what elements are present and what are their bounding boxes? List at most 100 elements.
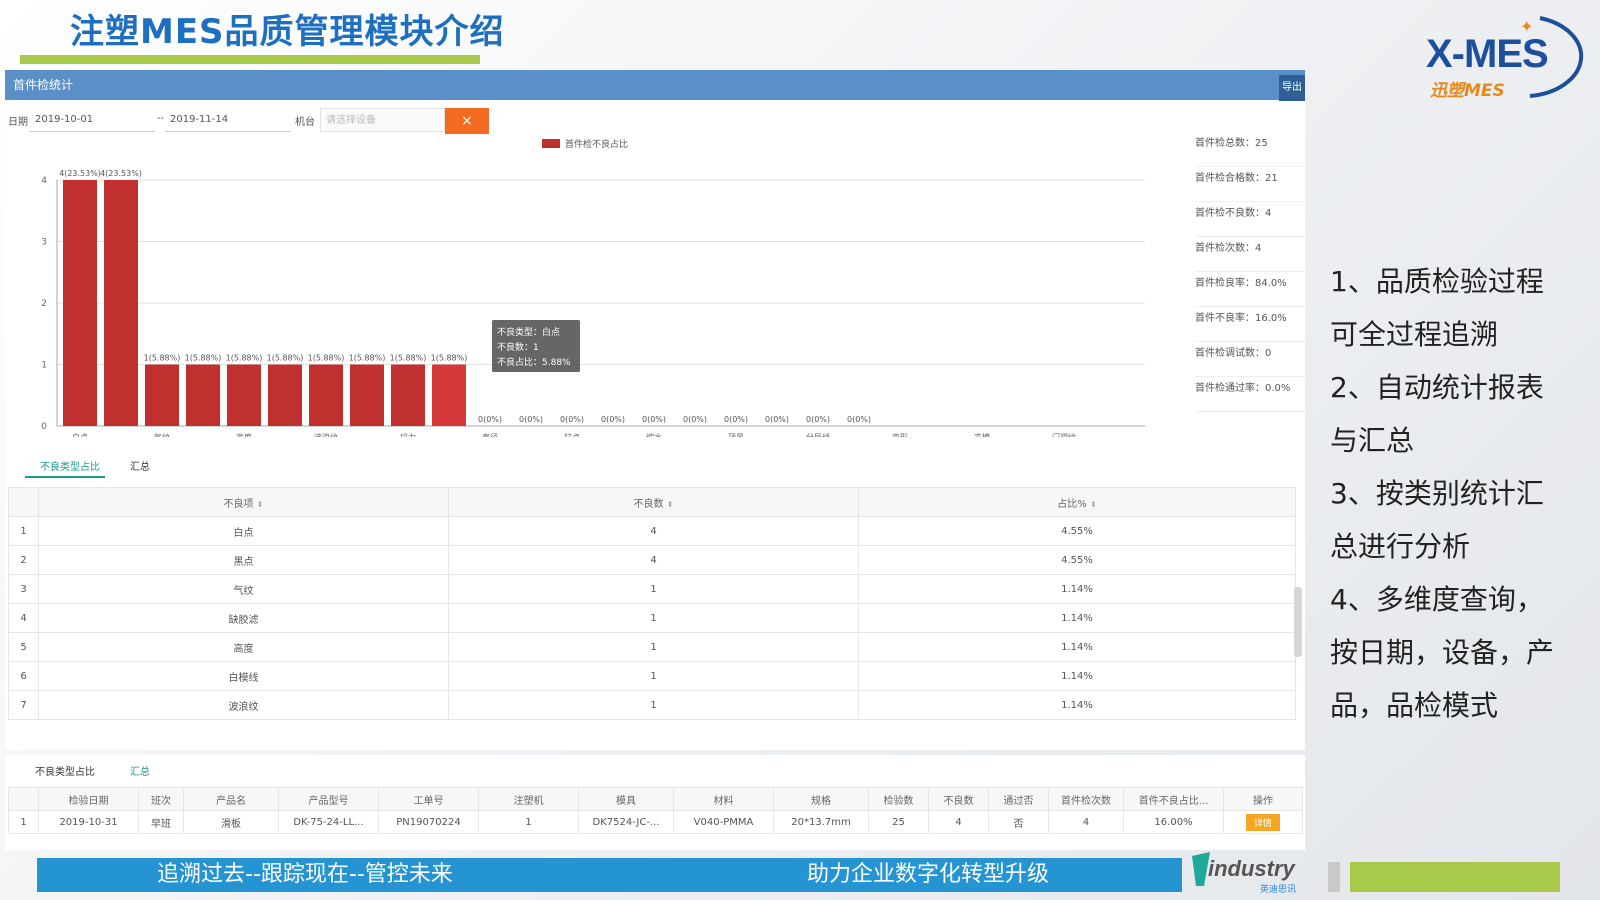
feature-line: 1、品质检验过程 bbox=[1330, 265, 1544, 298]
data-label: 4(23.53%) bbox=[59, 169, 101, 178]
export-button[interactable]: 导出 bbox=[1279, 75, 1305, 101]
logo-main-text: X-MES bbox=[1426, 32, 1549, 76]
date-from-input[interactable]: 2019-10-01 bbox=[30, 108, 155, 132]
filter-bar: 日期 2019-10-01 -- 2019-11-14 机台 请选择设备 × bbox=[5, 106, 1305, 134]
y-tick-label: 4 bbox=[41, 176, 47, 186]
x-tick-label: 顶黑 bbox=[728, 433, 744, 437]
x-tick-label: 波浪纹 bbox=[314, 432, 338, 437]
table-row[interactable]: 1 白点 4 4.55% bbox=[8, 516, 1296, 546]
data-label: 0(0%) bbox=[683, 415, 707, 424]
col-defect-item[interactable]: 不良项 ⬍ bbox=[38, 487, 449, 517]
stat-count: 首件检次数：4 bbox=[1195, 237, 1307, 272]
tooltip-line-3: 不良占比：5.88% bbox=[497, 356, 571, 368]
table-row[interactable]: 6 白模线 1 1.14% bbox=[8, 661, 1296, 691]
stat-yield: 首件检良率：84.0% bbox=[1195, 272, 1307, 307]
detail-button[interactable]: 详情 bbox=[1245, 813, 1280, 831]
active-tab-indicator bbox=[25, 476, 105, 478]
stat-debug: 首件检调试数：0 bbox=[1195, 342, 1307, 377]
y-tick-label: 1 bbox=[41, 361, 47, 371]
tab-defect-ratio[interactable]: 不良类型占比 bbox=[40, 458, 100, 473]
table-row[interactable]: 4 缺胶滤 1 1.14% bbox=[8, 603, 1296, 633]
date-label: 日期 bbox=[8, 117, 28, 128]
data-label: 0(0%) bbox=[601, 415, 625, 424]
feature-line: 品，品检模式 bbox=[1330, 689, 1499, 722]
table-row[interactable]: 7 波浪纹 1 1.14% bbox=[8, 690, 1296, 720]
title-underline bbox=[20, 55, 480, 64]
data-label: 0(0%) bbox=[765, 415, 789, 424]
sort-icon: ⬍ bbox=[1090, 499, 1097, 509]
table-header-row: 检验日期 班次 产品名 产品型号 工单号 注塑机 模具 材料 规格 检验数 不良… bbox=[8, 787, 1303, 811]
x-tick-label: 高度 bbox=[236, 432, 252, 437]
machine-label: 机台 bbox=[295, 117, 315, 128]
table-header-row: 不良项 ⬍ 不良数 ⬍ 占比% ⬍ bbox=[8, 487, 1296, 517]
machine-select[interactable]: 请选择设备 bbox=[320, 108, 445, 132]
feature-line: 按日期，设备，产 bbox=[1330, 636, 1555, 669]
table-row[interactable]: 3 气纹 1 1.14% bbox=[8, 574, 1296, 604]
stat-total: 首件检总数：25 bbox=[1195, 132, 1307, 167]
panel-title: 首件检统计 bbox=[13, 78, 74, 92]
bar-高度 bbox=[227, 364, 261, 426]
data-label: 0(0%) bbox=[847, 415, 871, 424]
bar-黑点 bbox=[104, 180, 138, 426]
bar-拉力 bbox=[350, 364, 384, 426]
industry-logo-sub: 英迪思讯 bbox=[1260, 885, 1297, 895]
slide-title: 注塑MES品质管理模块介绍 bbox=[70, 12, 505, 52]
legend-label: 首件检不良占比 bbox=[565, 138, 628, 150]
xmes-logo: ✦ X-MES 迅塑MES bbox=[1420, 10, 1590, 101]
col-ratio[interactable]: 占比% ⬍ bbox=[858, 487, 1296, 517]
stat-pass-rate: 首件检通过率：0.0% bbox=[1195, 377, 1307, 412]
sort-icon: ⬍ bbox=[666, 499, 674, 509]
bar-色差 bbox=[391, 364, 425, 426]
data-label: 1(5.88%) bbox=[390, 354, 427, 363]
industry-logo-text: industry bbox=[1208, 856, 1295, 881]
tooltip-line-2: 不良数：1 bbox=[497, 341, 539, 353]
clear-filter-button[interactable]: × bbox=[445, 108, 489, 134]
tab-summary[interactable]: 汇总 bbox=[130, 458, 150, 473]
table-row[interactable]: 2 黑点 4 4.55% bbox=[8, 545, 1296, 575]
table-row[interactable]: 5 高度 1 1.14% bbox=[8, 632, 1296, 662]
data-label: 0(0%) bbox=[806, 415, 830, 424]
data-label: 1(5.88%) bbox=[185, 354, 222, 363]
stats-summary: 首件检总数：25 首件检合格数：21 首件检不良数：4 首件检次数：4 首件检良… bbox=[1195, 132, 1307, 412]
data-label: 1(5.88%) bbox=[267, 354, 304, 363]
y-tick-label: 2 bbox=[41, 299, 47, 309]
tooltip-line-1: 不良类型：白点 bbox=[497, 326, 560, 338]
logo-sub-text: 迅塑MES bbox=[1430, 81, 1505, 101]
feature-line: 可全过程追溯 bbox=[1330, 318, 1499, 351]
stat-defect-rate: 首件不良率：16.0% bbox=[1195, 307, 1307, 342]
stat-defect: 首件检不良数：4 bbox=[1195, 202, 1307, 237]
defect-ratio-bar-chart: 4(23.53%) 4(23.53%) 1(5.88%) 1(5.88%) 1(5.88… bbox=[41, 138, 1145, 437]
data-label: 4(23.53%) bbox=[100, 169, 142, 178]
close-icon: × bbox=[461, 113, 473, 129]
legend-swatch bbox=[542, 139, 560, 148]
x-tick-label: 分层线 bbox=[806, 432, 830, 437]
col-defect-count[interactable]: 不良数 ⬍ bbox=[448, 487, 859, 517]
data-label: 1(5.88%) bbox=[226, 354, 263, 363]
y-tick-label: 3 bbox=[41, 238, 47, 248]
footer-left-slogan: 追溯过去--跟踪现在--管控未来 bbox=[157, 862, 453, 887]
feature-line: 4、多维度查询， bbox=[1330, 583, 1544, 616]
table-scrollbar[interactable] bbox=[1294, 587, 1302, 657]
x-tick-label: 夹模 bbox=[974, 432, 990, 437]
footer-right-slogan: 助力企业数字化转型升级 bbox=[807, 862, 1050, 887]
bar-白点 bbox=[63, 180, 97, 426]
defect-table: 不良项 ⬍ 不良数 ⬍ 占比% ⬍ 1 白点 4 4.55% 2 黑点 4 4.55% 3气… bbox=[8, 487, 1296, 720]
tab-summary-2[interactable]: 汇总 bbox=[130, 763, 150, 778]
tab-defect-ratio-2[interactable]: 不良类型占比 bbox=[35, 763, 95, 778]
bar-气纹 bbox=[145, 364, 179, 426]
x-tick-label: 白点 bbox=[72, 432, 88, 437]
x-tick-label: 变形 bbox=[892, 432, 908, 437]
footer-green-block bbox=[1350, 862, 1560, 892]
first-piece-stats-panel: 首件检统计 导出 日期 2019-10-01 -- 2019-11-14 机台 … bbox=[5, 70, 1307, 750]
feature-line: 3、按类别统计汇 bbox=[1330, 477, 1544, 510]
data-label: 0(0%) bbox=[519, 415, 543, 424]
date-separator: -- bbox=[157, 113, 165, 124]
x-tick-label: 缩水 bbox=[646, 432, 662, 437]
data-label: 0(0%) bbox=[560, 415, 584, 424]
panel-header: 首件检统计 导出 bbox=[5, 70, 1305, 101]
footer-banner: 追溯过去--跟踪现在--管控未来 助力企业数字化转型升级 bbox=[37, 858, 1182, 892]
table-row[interactable]: 1 2019-10-31 早班 滑板 DK-75-24-LL... PN19070224… bbox=[8, 810, 1303, 834]
date-to-input[interactable]: 2019-11-14 bbox=[165, 108, 290, 132]
data-label: 0(0%) bbox=[478, 415, 502, 424]
chart-y-ticks: 0 1 2 3 4 bbox=[41, 176, 47, 432]
